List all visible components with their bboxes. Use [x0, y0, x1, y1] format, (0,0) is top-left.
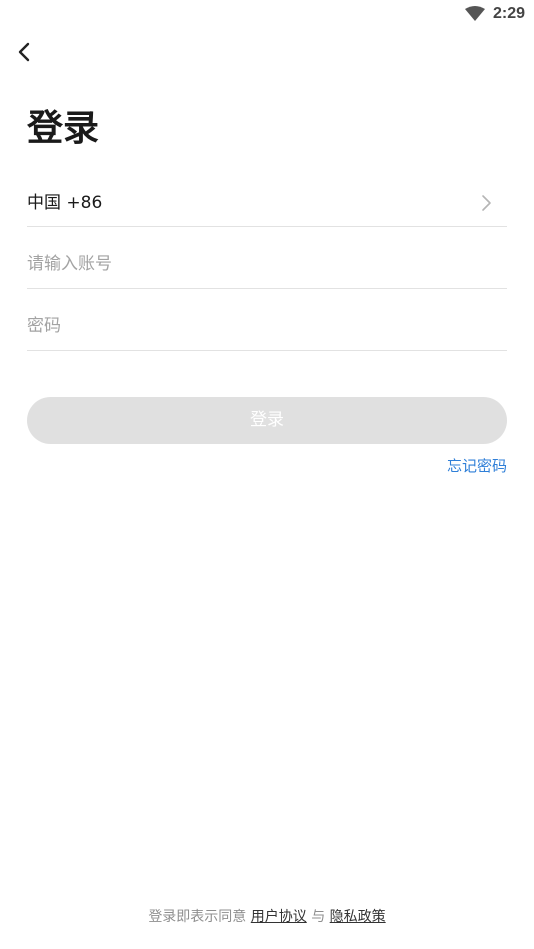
user-agreement-link[interactable]: 用户协议	[251, 909, 307, 925]
account-input[interactable]	[27, 241, 507, 287]
back-button[interactable]	[10, 36, 42, 68]
login-button[interactable]: 登录	[27, 397, 507, 444]
status-bar: 2:29	[0, 0, 534, 28]
agreement-prefix: 登录即表示同意	[148, 909, 247, 925]
page-title: 登录	[27, 108, 100, 149]
country-code-selector[interactable]: 中国 +86	[27, 179, 507, 227]
agreement-connector: 与	[311, 909, 326, 925]
password-field-row	[27, 303, 507, 351]
chevron-left-icon	[10, 36, 42, 68]
privacy-policy-link[interactable]: 隐私政策	[330, 909, 386, 925]
footer-agreement: 登录即表示同意 用户协议 与 隐私政策	[0, 906, 534, 928]
password-input[interactable]	[27, 303, 507, 349]
account-field-row	[27, 241, 507, 289]
forgot-password-link[interactable]: 忘记密码	[447, 455, 507, 477]
chevron-right-icon	[479, 193, 493, 213]
country-code-label: 中国 +86	[27, 193, 103, 213]
status-time: 2:29	[493, 5, 526, 22]
wifi-icon	[464, 6, 486, 22]
